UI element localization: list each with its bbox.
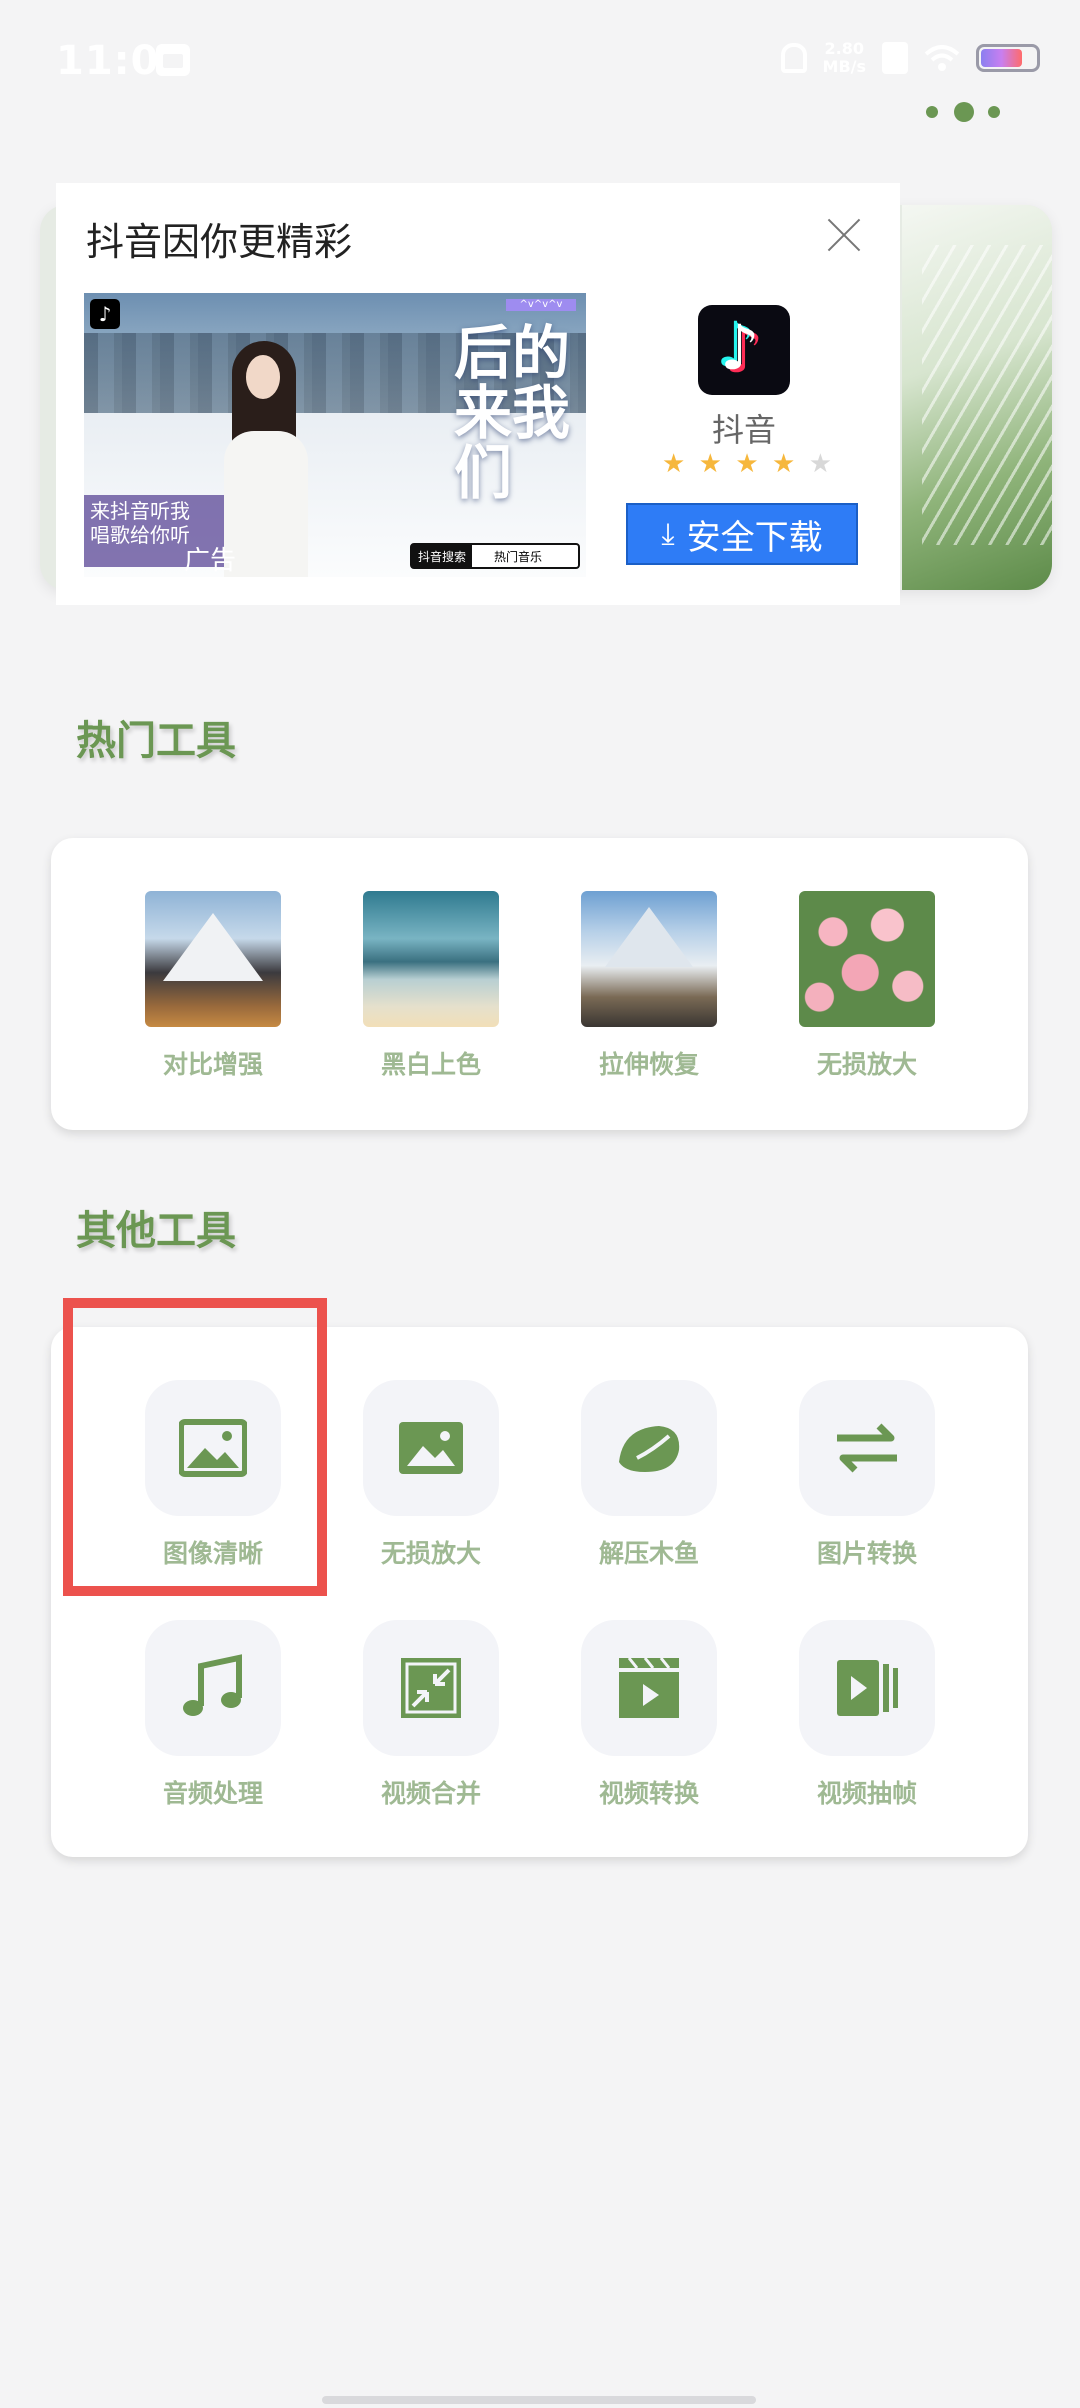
tool-label: 无损放大 — [380, 1539, 481, 1568]
merge-icon — [401, 1658, 461, 1718]
ad-search-bar: 抖音搜索 热门音乐 — [410, 543, 580, 569]
battery-icon — [976, 44, 1040, 72]
network-speed-value: 2.80 — [824, 39, 864, 58]
tool-label: 视频抽帧 — [816, 1779, 917, 1808]
tool-lossless-upscale[interactable]: 无损放大 — [799, 891, 935, 1081]
tiktok-logo-icon: ♪ — [90, 299, 120, 329]
tool-colorize[interactable]: 黑白上色 — [363, 891, 499, 1081]
lake-thumbnail — [363, 891, 499, 1027]
close-icon[interactable] — [826, 217, 862, 253]
tool-label: 解压木鱼 — [598, 1539, 699, 1568]
video-frames-icon — [837, 1660, 898, 1716]
mute-icon — [780, 43, 807, 73]
roses-thumbnail — [799, 891, 935, 1027]
ad-image[interactable]: ^v^v^v 后的 来我 们 ♪ 来抖音听我 唱歌给你听 广告 抖音搜索 热门音… — [84, 293, 586, 577]
download-label: 安全下载 — [686, 517, 823, 558]
rating-stars: ★ ★ ★ ★ ★ — [662, 449, 832, 479]
snowy-mountain-thumbnail — [145, 891, 281, 1027]
video-clapper-icon — [619, 1657, 679, 1718]
banner-plant-image — [902, 205, 1052, 590]
ad-decor-arrows: ^v^v^v — [506, 299, 576, 311]
tool-label: 视频转换 — [598, 1779, 699, 1808]
popular-tools-title: 热门工具 — [76, 718, 236, 764]
tool-lossless-zoom[interactable]: 无损放大 — [363, 1380, 499, 1570]
swap-arrows-icon — [837, 1423, 897, 1473]
status-bar: 11:04 2.80 MB/s — [0, 0, 1080, 120]
star-empty-icon: ★ — [808, 449, 832, 479]
tool-wooden-fish[interactable]: 解压木鱼 — [581, 1380, 717, 1570]
home-indicator[interactable] — [322, 2396, 756, 2404]
star-icon: ★ — [662, 449, 686, 479]
ad-card[interactable]: 抖音因你更精彩 ^v^v^v 后的 来我 们 ♪ 来抖音听我 唱歌给你听 广告 … — [56, 183, 900, 605]
tool-audio-process[interactable]: 音频处理 — [145, 1620, 281, 1810]
ad-search-right: 热门音乐 — [494, 549, 543, 564]
wifi-icon — [924, 45, 960, 71]
tool-label: 拉伸恢复 — [598, 1050, 699, 1079]
ad-title: 抖音因你更精彩 — [86, 220, 353, 264]
selection-highlight — [63, 1298, 327, 1596]
tool-video-merge[interactable]: 视频合并 — [363, 1620, 499, 1810]
popular-tools-card: 对比增强 黑白上色 拉伸恢复 无损放大 — [51, 838, 1028, 1130]
status-icons: 2.80 MB/s — [780, 40, 1040, 76]
star-icon: ★ — [735, 449, 759, 479]
tool-label: 图片转换 — [816, 1539, 917, 1568]
tool-stretch-restore[interactable]: 拉伸恢复 — [581, 891, 717, 1081]
tool-label: 音频处理 — [162, 1779, 263, 1808]
tool-video-convert[interactable]: 视频转换 — [581, 1620, 717, 1810]
tool-label: 对比增强 — [162, 1050, 263, 1079]
other-tools-title: 其他工具 — [76, 1208, 236, 1254]
download-button[interactable]: ⤓ 安全下载 — [626, 503, 858, 565]
tool-contrast-enhance[interactable]: 对比增强 — [145, 891, 281, 1081]
ad-search-left: 抖音搜索 — [412, 545, 473, 567]
download-icon: ⤓ — [661, 516, 675, 552]
sim-icon — [882, 42, 908, 74]
image-icon — [399, 1422, 463, 1474]
tool-label: 视频合并 — [380, 1779, 481, 1808]
network-speed: 2.80 MB/s — [823, 40, 866, 76]
tool-label: 黑白上色 — [380, 1050, 481, 1079]
tool-label: 无损放大 — [816, 1050, 917, 1079]
more-options-icon[interactable] — [920, 98, 1004, 124]
star-icon: ★ — [698, 449, 722, 479]
music-note-icon — [183, 1654, 242, 1716]
wooden-fish-icon — [619, 1426, 680, 1472]
mountain-road-thumbnail — [581, 891, 717, 1027]
ad-poem-text: 后的 来我 们 — [454, 319, 571, 507]
tool-image-convert[interactable]: 图片转换 — [799, 1380, 935, 1570]
network-speed-unit: MB/s — [822, 57, 866, 76]
star-icon: ★ — [772, 449, 796, 479]
calendar-icon — [156, 44, 190, 76]
douyin-app-icon[interactable] — [698, 305, 790, 395]
tool-video-frames[interactable]: 视频抽帧 — [799, 1620, 935, 1810]
ad-label: 广告 — [184, 546, 237, 576]
app-name: 抖音 — [711, 411, 776, 449]
